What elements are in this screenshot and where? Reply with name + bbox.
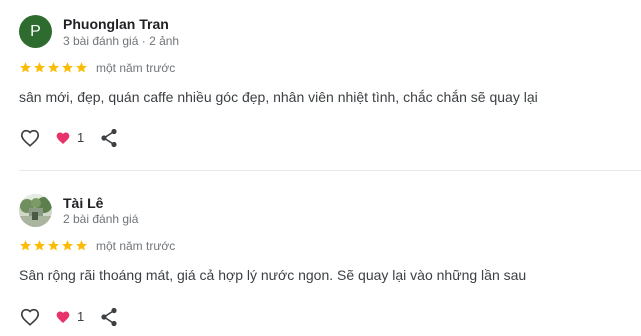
heart-outline-icon[interactable] (19, 306, 41, 328)
reviewer-meta: 3 bài đánh giá · 2 ảnh (63, 34, 180, 48)
reaction-count: 1 (77, 130, 85, 145)
avatar-photo (19, 194, 52, 227)
share-icon[interactable] (100, 128, 118, 148)
reviewer-name[interactable]: Phuonglan Tran (63, 16, 169, 32)
star-icon (48, 240, 59, 251)
reviewer-name[interactable]: Tài Lê (63, 195, 103, 211)
reviewer-meta: 2 bài đánh giá (63, 212, 139, 226)
star-icon (62, 240, 73, 251)
star-icon (20, 62, 31, 73)
star-icon (34, 62, 45, 73)
star-icon (34, 240, 45, 251)
star-icon (20, 240, 31, 251)
star-icon (76, 240, 87, 251)
review-date: một năm trước (96, 239, 176, 253)
avatar[interactable]: P (19, 15, 52, 48)
review-text: sân mới, đẹp, quán caffe nhiều góc đẹp, … (19, 89, 538, 105)
star-rating (19, 239, 88, 252)
review-date: một năm trước (96, 61, 176, 75)
avatar[interactable] (19, 194, 52, 227)
star-icon (62, 62, 73, 73)
review-text: Sân rộng rãi thoáng mát, giá cả hợp lý n… (19, 267, 527, 283)
heart-reaction-icon (56, 311, 70, 323)
review-divider (19, 170, 641, 171)
share-icon[interactable] (100, 307, 118, 327)
avatar-letter: P (30, 22, 41, 40)
reaction-count: 1 (77, 309, 85, 324)
star-icon (76, 62, 87, 73)
heart-outline-icon[interactable] (19, 127, 41, 149)
star-rating (19, 61, 88, 74)
star-icon (48, 62, 59, 73)
heart-reaction-icon (56, 132, 70, 144)
